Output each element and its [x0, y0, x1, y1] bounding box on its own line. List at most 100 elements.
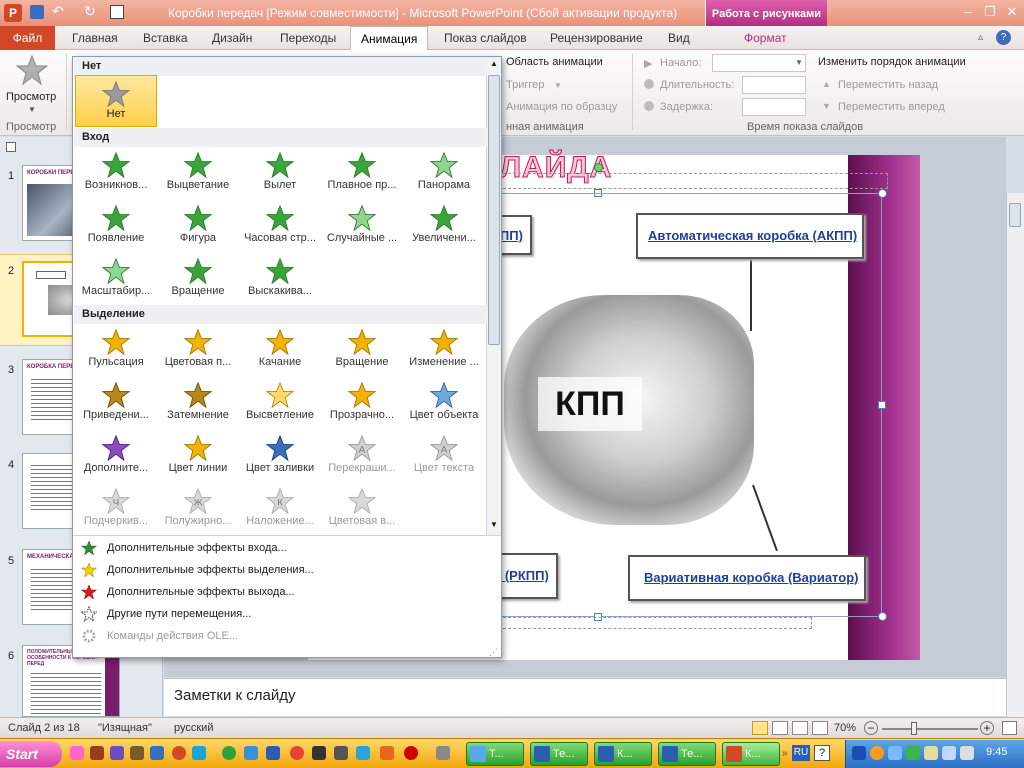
taskbar-button-2[interactable]: Те... — [530, 742, 588, 766]
quicklaunch-icon[interactable] — [150, 746, 164, 760]
undo-icon[interactable]: ↶ — [52, 3, 64, 20]
more-exit-effects[interactable]: Дополнительные эффекты выхода... — [73, 581, 501, 603]
more-entrance-effects[interactable]: Дополнительные эффекты входа... — [73, 537, 501, 559]
taskbar-button-5[interactable]: К... — [722, 742, 780, 766]
emphasis-effect-2[interactable]: Цветовая п... — [157, 324, 239, 376]
entrance-effect-1[interactable]: Возникнов... — [75, 147, 157, 199]
emphasis-effect-7[interactable]: Затемнение — [157, 377, 239, 429]
scroll-up-icon[interactable]: ▲ — [488, 59, 500, 71]
delay-spinner[interactable] — [742, 98, 806, 116]
quicklaunch-icon[interactable] — [244, 746, 258, 760]
close-button[interactable]: ✕ — [999, 3, 1024, 21]
entrance-effect-3[interactable]: Вылет — [239, 147, 321, 199]
tab-design[interactable]: Дизайн — [202, 26, 262, 50]
emphasis-effect-9[interactable]: Прозрачно... — [321, 377, 403, 429]
tray-icon[interactable] — [906, 746, 920, 760]
entrance-effect-6[interactable]: Появление — [75, 200, 157, 252]
emphasis-effect-15[interactable]: А Цвет текста — [403, 430, 485, 482]
taskbar-button-3[interactable]: К... — [594, 742, 652, 766]
animation-pane-button[interactable]: Область анимации — [506, 56, 603, 68]
quicklaunch-icon[interactable] — [172, 746, 186, 760]
quicklaunch-icon[interactable] — [90, 746, 104, 760]
zoom-slider[interactable] — [882, 728, 978, 730]
entrance-effect-4[interactable]: Плавное пр... — [321, 147, 403, 199]
ribbon-collapse-icon[interactable]: ▵ — [978, 32, 983, 43]
entrance-effect-2[interactable]: Выцветание — [157, 147, 239, 199]
tray-icon[interactable] — [942, 746, 956, 760]
more-emphasis-effects[interactable]: Дополнительные эффекты выделения... — [73, 559, 501, 581]
gallery-scrollbar[interactable]: ▲ ▼ — [486, 57, 501, 535]
emphasis-effect-10[interactable]: Цвет объекта — [403, 377, 485, 429]
emphasis-effect-3[interactable]: Качание — [239, 324, 321, 376]
resize-grip-icon[interactable]: ⋰ — [489, 647, 498, 658]
tab-format[interactable]: Формат — [734, 26, 797, 50]
entrance-effect-9[interactable]: Случайные ... — [321, 200, 403, 252]
quicklaunch-icon[interactable] — [192, 746, 206, 760]
vertical-scrollbar[interactable] — [1006, 193, 1024, 717]
entrance-effect-13[interactable]: Выскакива... — [239, 253, 321, 305]
quicklaunch-icon[interactable] — [404, 746, 418, 760]
zoom-slider-thumb[interactable] — [911, 722, 917, 735]
scroll-thumb[interactable] — [1009, 203, 1021, 227]
selection-handle[interactable] — [878, 189, 887, 198]
fit-window-icon[interactable] — [1002, 721, 1017, 735]
tab-view[interactable]: Вид — [658, 26, 700, 50]
save-icon[interactable] — [30, 5, 44, 19]
center-box[interactable]: КПП — [538, 377, 642, 431]
box-automatic-label[interactable]: Автоматическая коробка (АКПП) — [648, 228, 857, 243]
zoom-level[interactable]: 70% — [834, 722, 856, 734]
selection-handle[interactable] — [878, 612, 887, 621]
emphasis-effect-19[interactable]: Цветовая в... — [321, 483, 403, 535]
entrance-effect-10[interactable]: Увеличени... — [403, 200, 485, 252]
emphasis-effect-14[interactable]: А Перекраши... — [321, 430, 403, 482]
start-select[interactable] — [712, 54, 806, 72]
quicklaunch-icon[interactable] — [70, 746, 84, 760]
move-earlier-button[interactable]: Переместить назад — [838, 79, 938, 91]
taskbar-button-4[interactable]: Те... — [658, 742, 716, 766]
qat-customize-icon[interactable] — [110, 5, 124, 19]
ole-action-verbs[interactable]: Команды действия OLE... — [73, 625, 501, 647]
box-robotic-label[interactable]: а (РКПП) — [494, 568, 549, 583]
box-automatic[interactable]: Автоматическая коробка (АКПП) — [636, 213, 864, 259]
quicklaunch-icon[interactable] — [266, 746, 280, 760]
language-bar[interactable]: RU — [792, 745, 810, 761]
emphasis-effect-11[interactable]: Дополните... — [75, 430, 157, 482]
gallery-scroll-thumb[interactable] — [488, 75, 500, 345]
quicklaunch-icon[interactable] — [334, 746, 348, 760]
help-tray-icon[interactable]: ? — [814, 745, 830, 761]
emphasis-effect-16[interactable]: Ч Подчеркив... — [75, 483, 157, 535]
notes-pane[interactable]: Заметки к слайду — [164, 678, 1006, 716]
emphasis-effect-1[interactable]: Пульсация — [75, 324, 157, 376]
quicklaunch-icon[interactable] — [130, 746, 144, 760]
tab-transitions[interactable]: Переходы — [270, 26, 346, 50]
quicklaunch-icon[interactable] — [290, 746, 304, 760]
box-variator-label[interactable]: Вариативная коробка (Вариатор) — [644, 570, 858, 585]
tab-insert[interactable]: Вставка — [133, 26, 198, 50]
language-indicator[interactable]: русский — [174, 722, 213, 734]
scroll-down-icon[interactable]: ▼ — [488, 520, 500, 532]
quicklaunch-icon[interactable] — [436, 746, 450, 760]
collapse-pane-icon[interactable] — [6, 142, 16, 152]
tray-icon[interactable] — [960, 746, 974, 760]
box-variator[interactable]: Вариативная коробка (Вариатор) — [628, 555, 866, 601]
quicklaunch-icon[interactable] — [222, 746, 236, 760]
emphasis-effect-12[interactable]: Цвет линии — [157, 430, 239, 482]
slide-sorter-icon[interactable] — [772, 721, 788, 735]
preview-button[interactable]: Просмотр — [6, 91, 56, 103]
redo-icon[interactable]: ↻ — [84, 3, 96, 20]
app-icon[interactable]: P — [4, 4, 22, 22]
quicklaunch-icon[interactable] — [356, 746, 370, 760]
rotate-handle[interactable] — [594, 163, 603, 172]
emphasis-effect-8[interactable]: Высветление — [239, 377, 321, 429]
taskbar-overflow-icon[interactable]: » — [782, 748, 788, 759]
preview-dropdown-icon[interactable]: ▼ — [28, 105, 36, 114]
duration-spinner[interactable] — [742, 76, 806, 94]
tray-icon[interactable] — [924, 746, 938, 760]
entrance-effect-8[interactable]: Часовая стр... — [239, 200, 321, 252]
effect-none-selected[interactable]: Нет — [75, 75, 157, 127]
entrance-effect-12[interactable]: Вращение — [157, 253, 239, 305]
emphasis-effect-6[interactable]: Приведени... — [75, 377, 157, 429]
emphasis-effect-17[interactable]: Ж Полужирно... — [157, 483, 239, 535]
emphasis-effect-18[interactable]: К Наложение... — [239, 483, 321, 535]
tab-home[interactable]: Главная — [62, 26, 128, 50]
